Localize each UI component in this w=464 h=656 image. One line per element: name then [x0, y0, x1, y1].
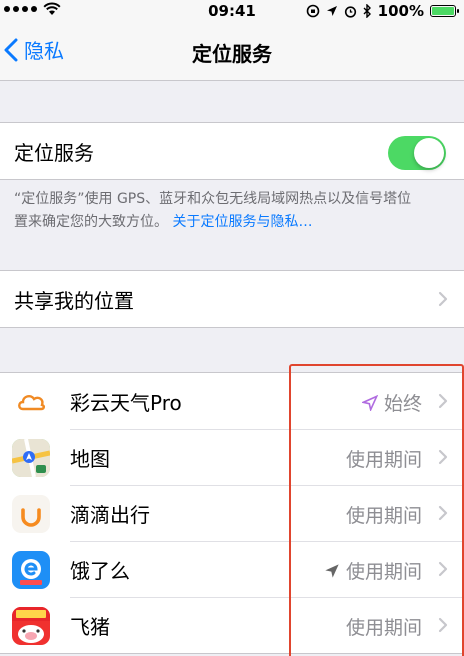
chevron-right-icon — [438, 617, 448, 633]
status-bar: 09:41 100% — [0, 0, 464, 22]
app-name: 滴滴出行 — [70, 502, 150, 527]
toggle-knob — [414, 138, 444, 168]
app-permission-value: 使用期间 — [345, 561, 422, 583]
eleme-icon — [12, 551, 50, 589]
app-permission: 始终 — [361, 389, 422, 416]
didi-icon — [12, 495, 50, 533]
location-arrow-gray-icon — [325, 563, 339, 578]
chevron-right-icon — [438, 505, 448, 521]
battery-percent: 100% — [377, 2, 424, 20]
app-row-fliggy[interactable]: 飞猪 使用期间 — [0, 597, 464, 653]
app-permission-value: 始终 — [383, 393, 422, 415]
app-permission: 使用期间 — [346, 445, 422, 472]
location-services-group: 定位服务 — [0, 122, 464, 180]
app-permission-value: 使用期间 — [345, 449, 422, 471]
share-location-row[interactable]: 共享我的位置 — [0, 271, 464, 327]
app-row-maps[interactable]: 地图 使用期间 — [0, 429, 464, 485]
share-location-label: 共享我的位置 — [14, 288, 134, 313]
app-name: 彩云天气Pro — [70, 390, 182, 415]
status-right: 100% — [306, 2, 459, 20]
share-location-group: 共享我的位置 — [0, 270, 464, 328]
screen: 09:41 100% 隐私 定位服务 定位服务 “定位服务”使用 GPS、蓝牙和… — [0, 0, 464, 656]
bluetooth-icon — [363, 4, 371, 18]
chevron-right-icon — [438, 291, 448, 307]
location-services-label: 定位服务 — [14, 140, 94, 165]
privacy-link[interactable]: 关于定位服务与隐私… — [172, 214, 312, 230]
app-name: 飞猪 — [70, 614, 110, 639]
page-title: 定位服务 — [192, 42, 272, 66]
chevron-right-icon — [438, 393, 448, 409]
chevron-right-icon — [438, 449, 448, 465]
app-permission-value: 使用期间 — [345, 505, 422, 527]
app-permission: 使用期间 — [346, 501, 422, 528]
app-permission: 使用期间 — [346, 613, 422, 640]
app-permission-value: 使用期间 — [345, 617, 422, 639]
apps-list: 彩云天气Pro 始终 地图 使用期间 滴滴出行 使用期间 饿了么 使用期间 飞猪… — [0, 372, 464, 654]
location-services-toggle[interactable] — [388, 136, 446, 170]
app-row-didi[interactable]: 滴滴出行 使用期间 — [0, 485, 464, 541]
maps-icon — [12, 439, 50, 477]
cloud-icon — [12, 383, 50, 421]
location-arrow-icon — [326, 6, 337, 16]
battery-icon — [430, 5, 459, 17]
location-services-row: 定位服务 — [0, 123, 464, 179]
orientation-lock-icon — [306, 4, 319, 18]
location-services-note: “定位服务”使用 GPS、蓝牙和众包无线局域网热点以及信号塔位置来确定您的大致方… — [14, 188, 424, 234]
app-name: 饿了么 — [70, 558, 130, 583]
fliggy-icon — [12, 607, 50, 645]
app-permission: 使用期间 — [324, 557, 422, 584]
app-row-caiyun[interactable]: 彩云天气Pro 始终 — [0, 373, 464, 429]
chevron-right-icon — [438, 561, 448, 577]
app-row-eleme[interactable]: 饿了么 使用期间 — [0, 541, 464, 597]
navigation-bar: 隐私 定位服务 — [0, 22, 464, 81]
app-name: 地图 — [70, 446, 110, 471]
location-arrow-purple-icon — [361, 394, 378, 411]
alarm-icon — [344, 5, 356, 18]
